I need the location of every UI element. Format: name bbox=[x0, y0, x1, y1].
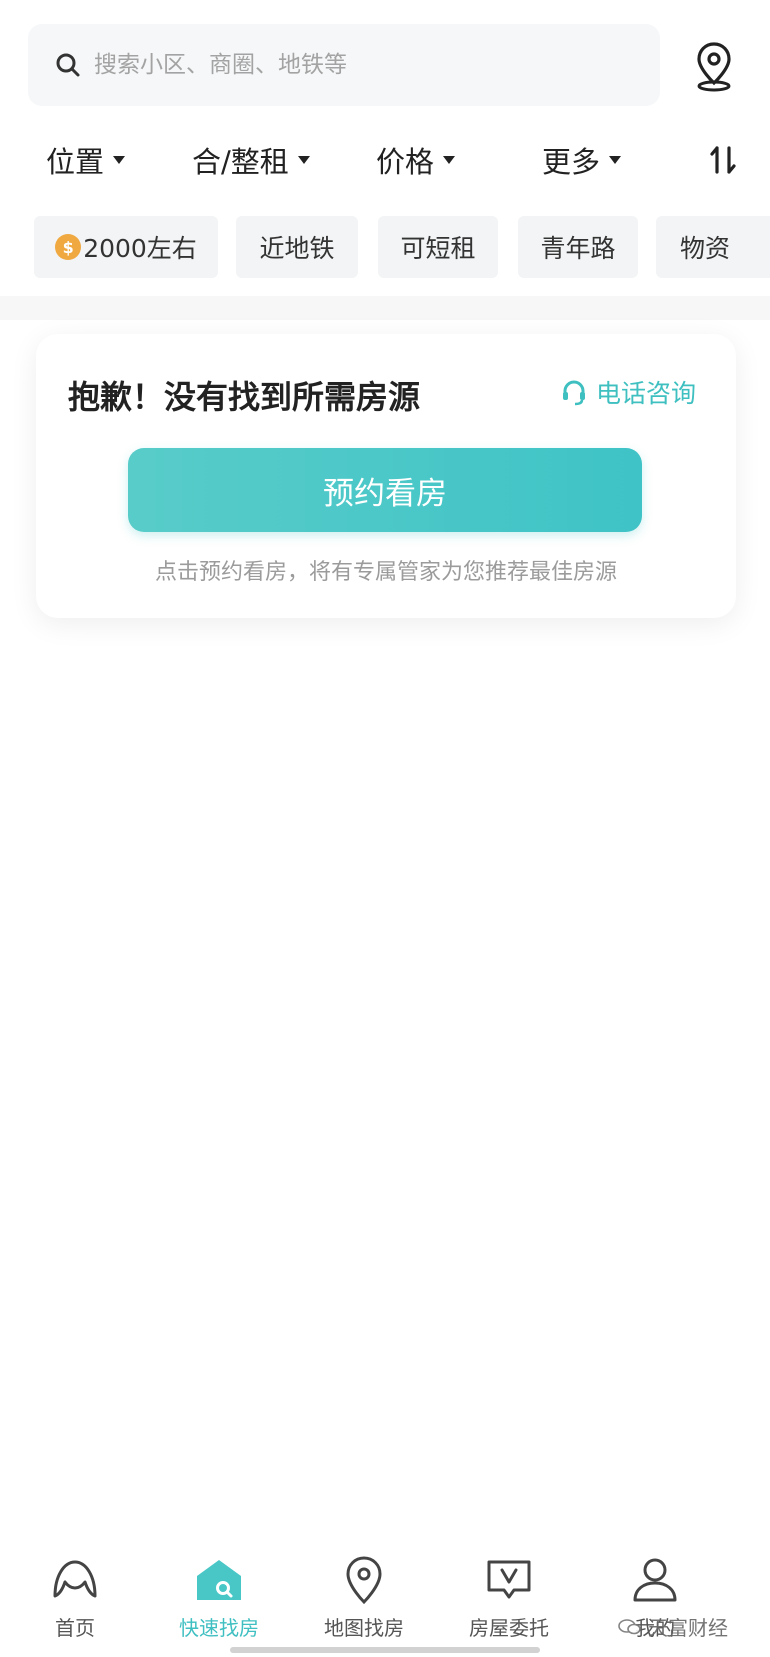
search-bar[interactable] bbox=[28, 24, 660, 106]
search-input[interactable] bbox=[94, 52, 634, 78]
filter-rent-type-label: 合/整租 bbox=[192, 145, 289, 179]
tab-home[interactable]: 首页 bbox=[0, 1548, 150, 1648]
profile-icon bbox=[633, 1558, 677, 1602]
tab-label: 快速找房 bbox=[179, 1616, 259, 1640]
home-indicator bbox=[230, 1647, 540, 1653]
filter-more-label: 更多 bbox=[542, 145, 601, 179]
chip-label: 青年路 bbox=[540, 234, 616, 263]
empty-state-card: 抱歉！没有找到所需房源 电话咨询 预约看房 点击预约看房，将有专属管家为您推荐最… bbox=[36, 334, 736, 618]
watermark: 天富财经 bbox=[618, 1612, 728, 1641]
chip-supplies[interactable]: 物资 bbox=[656, 216, 770, 278]
tab-entrust[interactable]: 房屋委托 bbox=[434, 1548, 584, 1648]
caret-down-icon bbox=[113, 156, 126, 164]
empty-state-hint: 点击预约看房，将有专属管家为您推荐最佳房源 bbox=[154, 560, 617, 585]
chip-price-2000[interactable]: $ 2000左右 bbox=[34, 216, 218, 278]
map-pin-icon bbox=[346, 1556, 382, 1605]
location-pin-icon[interactable] bbox=[686, 38, 742, 94]
filter-price[interactable]: 价格 bbox=[376, 130, 456, 190]
caret-down-icon bbox=[609, 156, 622, 164]
headset-icon bbox=[563, 380, 585, 406]
tab-map-search[interactable]: 地图找房 bbox=[289, 1548, 439, 1648]
section-divider bbox=[0, 296, 770, 320]
tab-label: 房屋委托 bbox=[469, 1616, 549, 1640]
tab-quick-search[interactable]: 快速找房 bbox=[144, 1548, 294, 1648]
entrust-icon bbox=[487, 1560, 531, 1599]
empty-state-title: 抱歉！没有找到所需房源 bbox=[68, 378, 421, 416]
phone-consult-link[interactable]: 电话咨询 bbox=[560, 374, 696, 410]
filter-rent-type[interactable]: 合/整租 bbox=[192, 130, 310, 190]
tab-label: 地图找房 bbox=[324, 1616, 404, 1640]
chip-label: 2000左右 bbox=[83, 234, 197, 263]
quick-tag-row: $ 2000左右 近地铁 可短租 青年路 物资 bbox=[0, 216, 770, 278]
chip-qingnian-road[interactable]: 青年路 bbox=[518, 216, 638, 278]
chip-label: 可短租 bbox=[400, 234, 476, 263]
filter-location[interactable]: 位置 bbox=[46, 130, 126, 190]
chip-short-rent[interactable]: 可短租 bbox=[378, 216, 498, 278]
filter-location-label: 位置 bbox=[46, 145, 105, 179]
filter-price-label: 价格 bbox=[376, 145, 435, 179]
wechat-icon bbox=[618, 1618, 641, 1634]
money-bag-icon: $ bbox=[55, 234, 82, 260]
tab-label: 首页 bbox=[55, 1616, 95, 1640]
book-viewing-button[interactable]: 预约看房 bbox=[128, 448, 642, 532]
chip-label: 物资 bbox=[680, 234, 731, 263]
phone-consult-label: 电话咨询 bbox=[596, 379, 697, 408]
filter-more[interactable]: 更多 bbox=[542, 130, 622, 190]
home-icon bbox=[53, 1560, 97, 1598]
filter-bar: 位置 合/整租 价格 更多 bbox=[0, 130, 770, 190]
chip-near-subway[interactable]: 近地铁 bbox=[236, 216, 358, 278]
watermark-text: 天富财经 bbox=[648, 1616, 728, 1640]
sort-icon[interactable] bbox=[708, 142, 738, 178]
caret-down-icon bbox=[297, 156, 310, 164]
chip-label: 近地铁 bbox=[259, 234, 335, 263]
quick-search-house-icon bbox=[197, 1560, 241, 1600]
caret-down-icon bbox=[443, 156, 456, 164]
search-icon bbox=[56, 53, 80, 77]
